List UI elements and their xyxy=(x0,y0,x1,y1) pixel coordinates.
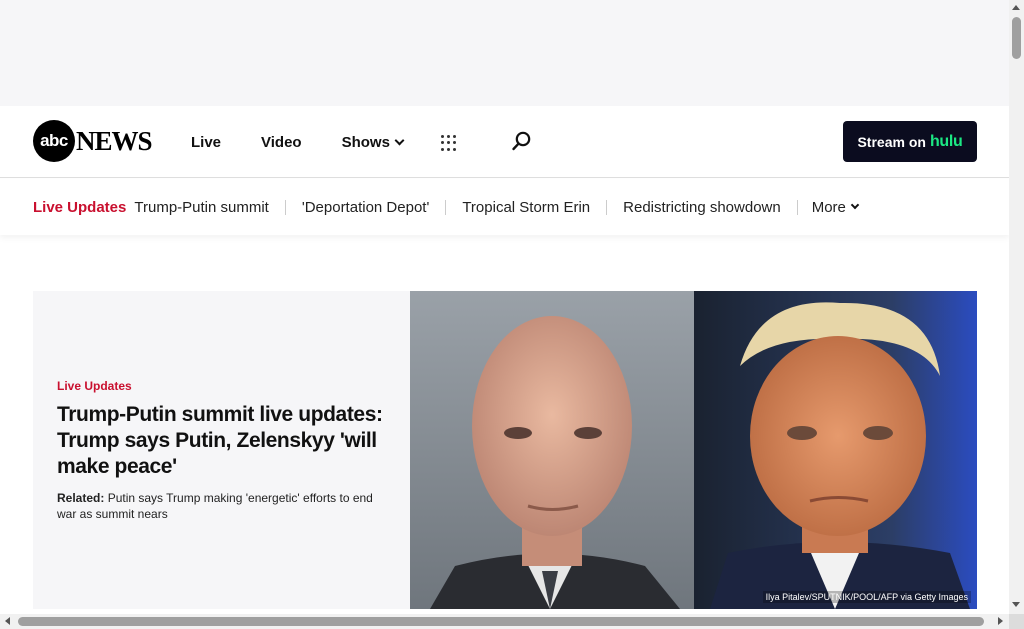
nav-live[interactable]: Live xyxy=(191,134,221,151)
chevron-down-icon xyxy=(850,200,860,210)
abc-news-logo[interactable]: abc NEWS xyxy=(33,120,153,162)
site-header: abc NEWS Live Video Shows Stream on hulu xyxy=(0,106,1009,178)
hero-related[interactable]: Related: Putin says Trump making 'energe… xyxy=(57,490,387,522)
trending-live-label[interactable]: Live Updates xyxy=(33,199,126,216)
nav-video[interactable]: Video xyxy=(261,134,302,151)
trending-item-tropical-storm-erin[interactable]: Tropical Storm Erin xyxy=(445,199,606,215)
stream-on-hulu-button[interactable]: Stream on hulu xyxy=(843,121,977,162)
nav-shows[interactable]: Shows xyxy=(341,133,405,151)
nav-shows-label: Shows xyxy=(341,133,390,151)
hulu-logo: hulu xyxy=(929,132,963,150)
stream-label: Stream on xyxy=(857,133,926,150)
scroll-down-arrow-icon[interactable] xyxy=(1012,602,1020,607)
search-icon[interactable] xyxy=(511,130,533,152)
trending-item-deportation-depot[interactable]: 'Deportation Depot' xyxy=(284,199,445,215)
ad-slot-banner xyxy=(0,0,1009,106)
trending-item-trump-putin-summit[interactable]: Trump-Putin summit xyxy=(134,200,284,215)
vertical-scroll-thumb[interactable] xyxy=(1012,17,1021,59)
hero-kicker[interactable]: Live Updates xyxy=(57,379,387,393)
hero-related-prefix: Related: xyxy=(57,491,105,505)
hero-image[interactable]: Ilya Pitalev/SPUTNIK/POOL/AFP via Getty … xyxy=(410,291,977,609)
vertical-scrollbar[interactable] xyxy=(1009,0,1024,614)
grid-menu-icon[interactable] xyxy=(440,135,457,151)
scroll-right-arrow-icon[interactable] xyxy=(998,617,1003,625)
main-nav: Live Video Shows xyxy=(191,106,457,178)
scroll-up-arrow-icon[interactable] xyxy=(1012,5,1020,10)
trending-more-button[interactable]: More xyxy=(796,198,860,216)
image-credit: Ilya Pitalev/SPUTNIK/POOL/AFP via Getty … xyxy=(762,591,971,603)
trending-bar: Live Updates Trump-Putin summit 'Deporta… xyxy=(0,179,1009,235)
hero-text: Live Updates Trump-Putin summit live upd… xyxy=(57,379,387,522)
trending-more-label: More xyxy=(811,198,846,216)
hero-related-text: Putin says Trump making 'energetic' effo… xyxy=(57,491,373,521)
horizontal-scroll-thumb[interactable] xyxy=(18,617,984,626)
chevron-down-icon xyxy=(394,135,405,145)
trending-item-redistricting-showdown[interactable]: Redistricting showdown xyxy=(606,199,797,215)
abc-logo-mark: abc xyxy=(33,120,75,162)
scrollbar-corner xyxy=(1009,614,1024,629)
news-logo-word: NEWS xyxy=(76,125,153,156)
scroll-left-arrow-icon[interactable] xyxy=(5,617,10,625)
hero-story[interactable]: Live Updates Trump-Putin summit live upd… xyxy=(33,291,977,609)
hero-headline[interactable]: Trump-Putin summit live updates: Trump s… xyxy=(57,402,387,480)
hero-photo-illustration xyxy=(410,291,977,609)
horizontal-scrollbar[interactable] xyxy=(0,614,1009,629)
page-viewport: abc NEWS Live Video Shows Stream on hulu… xyxy=(0,0,1009,614)
